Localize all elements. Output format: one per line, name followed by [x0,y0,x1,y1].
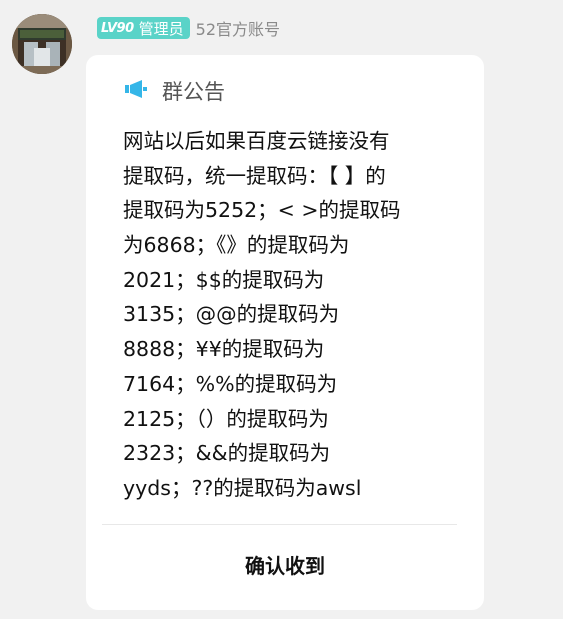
account-name[interactable]: 52官方账号 [196,16,280,40]
level-text: LV90 [101,20,134,36]
announcement-body: 网站以后如果百度云链接没有 提取码，统一提取码：【 】的 提取码为5252；< … [123,124,473,506]
announcement-line: 7164；%%的提取码为 [123,371,338,396]
announcement-line: 为6868；《》的提取码为 [123,233,350,258]
announcement-title: 群公告 [162,80,225,104]
announcement-line: yyds；??的提取码为awsl [123,475,362,500]
level-badge: LV90 管理员 [97,17,190,39]
megaphone-icon [124,80,148,102]
avatar[interactable] [12,14,72,74]
announcement-card[interactable]: 群公告 网站以后如果百度云链接没有 提取码，统一提取码：【 】的 提取码为525… [86,55,484,610]
announcement-line: 3135；@@的提取码为 [123,302,340,327]
announcement-line: 8888；¥¥的提取码为 [123,337,325,362]
announcement-line: 提取码为5252；< >的提取码 [123,198,401,223]
sender-info: LV90 管理员 52官方账号 [97,16,280,40]
announcement-line: 网站以后如果百度云链接没有 [123,129,390,153]
announcement-line: 2125；（）的提取码为 [123,406,329,431]
confirm-button[interactable]: 确认收到 [86,550,484,579]
role-text: 管理员 [138,19,184,38]
announcement-line: 提取码，统一提取码：【 】的 [123,163,386,188]
announcement-line: 2021；$$的提取码为 [123,267,325,292]
announcement-line: 2323；&&的提取码为 [123,441,331,466]
announcement-header: 群公告 [124,76,225,106]
divider [102,524,457,525]
